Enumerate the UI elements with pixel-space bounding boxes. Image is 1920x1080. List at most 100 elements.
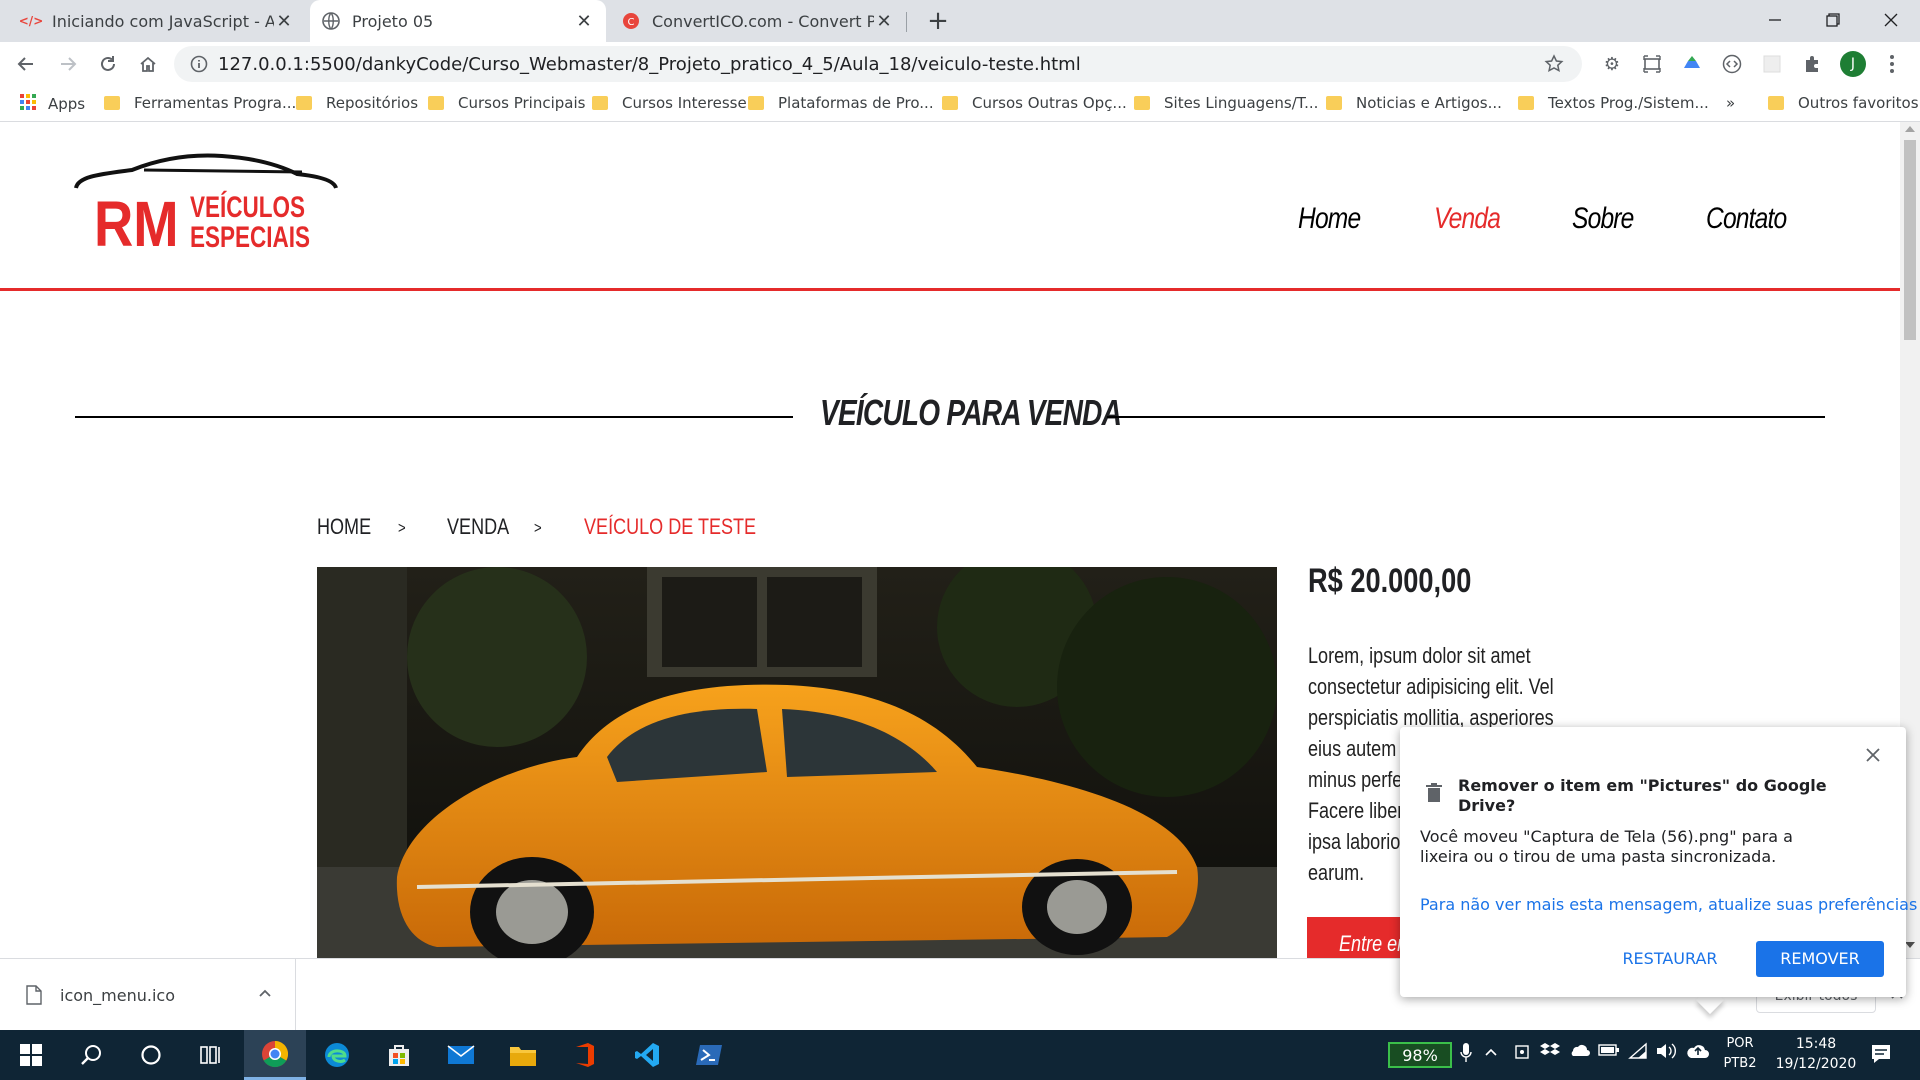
back-button[interactable] xyxy=(10,48,42,80)
notification-preferences-link[interactable]: Para não ver mais esta mensagem, atualiz… xyxy=(1420,895,1917,914)
tab-iniciando-javascript[interactable]: </> Iniciando com JavaScript - Apres ✕ xyxy=(10,0,306,42)
drive-extension-icon[interactable] xyxy=(1680,52,1704,76)
car-silhouette-icon xyxy=(74,153,338,189)
site-logo[interactable]: RM VEÍCULOS ESPECIAIS xyxy=(72,152,342,262)
store-taskbar-icon[interactable] xyxy=(368,1030,430,1080)
notification-title: Remover o item em "Pictures" do Google D… xyxy=(1458,776,1827,815)
cloud-upload-icon[interactable] xyxy=(1686,1042,1710,1064)
title-rule-right xyxy=(1107,416,1825,418)
folder-icon xyxy=(1326,96,1342,110)
wifi-icon[interactable] xyxy=(1628,1042,1648,1064)
microphone-icon[interactable] xyxy=(1460,1042,1472,1068)
new-tab-button[interactable]: + xyxy=(922,6,954,38)
reload-button[interactable] xyxy=(92,48,124,80)
scroll-up-arrow-icon[interactable] xyxy=(1905,126,1915,132)
bookmark-folder[interactable]: Ferramentas Progra... xyxy=(104,94,296,112)
clock[interactable]: 15:48 19/12/2020 xyxy=(1770,1034,1862,1074)
remove-button[interactable]: REMOVER xyxy=(1756,941,1884,977)
restore-button[interactable]: RESTAURAR xyxy=(1610,941,1730,977)
folder-icon xyxy=(428,96,444,110)
breadcrumb-current: VEÍCULO DE TESTE xyxy=(584,514,757,539)
nav-venda[interactable]: Venda xyxy=(1434,202,1501,236)
logo-rm: RM xyxy=(94,188,179,260)
close-window-button[interactable] xyxy=(1866,0,1916,40)
bookmark-folder[interactable]: Cursos Principais xyxy=(428,94,585,112)
bookmark-folder[interactable]: Repositórios xyxy=(296,94,418,112)
forward-button[interactable] xyxy=(52,48,84,80)
bookmark-folder[interactable]: Cursos Outras Opç... xyxy=(942,94,1127,112)
home-button[interactable] xyxy=(132,48,164,80)
folder-icon xyxy=(592,96,608,110)
file-icon xyxy=(26,985,42,1009)
extension-gear-icon[interactable]: ⚙ xyxy=(1600,52,1624,76)
bookmark-folder[interactable]: Textos Prog./Sistem... xyxy=(1518,94,1709,112)
meet-now-icon[interactable] xyxy=(1514,1042,1532,1066)
close-icon[interactable]: ✕ xyxy=(874,11,894,32)
bookmark-folder[interactable]: Plataformas de Pro... xyxy=(748,94,934,112)
close-icon[interactable]: ✕ xyxy=(274,11,294,32)
nav-contato[interactable]: Contato xyxy=(1706,202,1787,236)
url-text[interactable]: 127.0.0.1:5500/dankyCode/Curso_Webmaster… xyxy=(218,54,1081,75)
chevron-up-tray-icon[interactable] xyxy=(1484,1044,1498,1063)
bookmark-star-icon[interactable] xyxy=(1544,54,1564,78)
address-bar[interactable]: 127.0.0.1:5500/dankyCode/Curso_Webmaster… xyxy=(174,46,1582,82)
volume-icon[interactable] xyxy=(1656,1042,1678,1064)
breadcrumb-separator: > xyxy=(534,520,542,537)
trash-icon xyxy=(1426,783,1442,807)
close-icon[interactable]: ✕ xyxy=(574,11,594,32)
chevron-up-icon[interactable] xyxy=(258,985,272,1004)
search-icon[interactable] xyxy=(60,1030,122,1080)
powershell-taskbar-icon[interactable] xyxy=(678,1030,740,1080)
logo-especiais: ESPECIAIS xyxy=(190,221,311,254)
chrome-taskbar-icon[interactable] xyxy=(244,1030,306,1080)
file-explorer-taskbar-icon[interactable] xyxy=(492,1030,554,1080)
screenshot-extension-icon[interactable] xyxy=(1640,52,1664,76)
mail-taskbar-icon[interactable] xyxy=(430,1030,492,1080)
edge-taskbar-icon[interactable] xyxy=(306,1030,368,1080)
minimize-button[interactable] xyxy=(1750,0,1800,40)
office-taskbar-icon[interactable] xyxy=(554,1030,616,1080)
folder-icon xyxy=(1134,96,1150,110)
tab-projeto-05[interactable]: Projeto 05 ✕ xyxy=(310,0,606,42)
bookmark-folder[interactable]: Cursos Interesse xyxy=(592,94,747,112)
menu-kebab-icon[interactable] xyxy=(1880,52,1904,76)
task-view-icon[interactable] xyxy=(180,1030,242,1080)
puzzle-extensions-icon[interactable] xyxy=(1800,52,1824,76)
profile-avatar[interactable]: J xyxy=(1840,51,1866,77)
folder-icon xyxy=(104,96,120,110)
tab-converticon[interactable]: C ConvertICO.com - Convert PNG t ✕ xyxy=(610,0,906,42)
folder-icon xyxy=(942,96,958,110)
folder-icon xyxy=(1768,96,1784,110)
blank-extension-icon[interactable] xyxy=(1760,52,1784,76)
breadcrumb-venda[interactable]: VENDA xyxy=(447,514,509,540)
nav-home[interactable]: Home xyxy=(1298,202,1361,236)
scrollbar-thumb[interactable] xyxy=(1904,140,1916,340)
code-icon: </> xyxy=(18,14,44,28)
info-icon[interactable] xyxy=(190,55,208,77)
close-icon[interactable] xyxy=(1866,747,1880,766)
code-extension-icon[interactable] xyxy=(1720,52,1744,76)
header-divider xyxy=(0,288,1900,291)
bookmark-other-favorites[interactable]: Outros favoritos xyxy=(1768,94,1919,112)
folder-icon xyxy=(296,96,312,110)
breadcrumb-home[interactable]: HOME xyxy=(317,514,371,540)
download-item[interactable]: icon_menu.ico xyxy=(0,959,296,1031)
converter-icon: C xyxy=(622,12,640,30)
scroll-down-arrow-icon[interactable] xyxy=(1905,942,1915,948)
bookmark-folder[interactable]: Sites Linguagens/T... xyxy=(1134,94,1318,112)
bookmarks-bar: Apps Ferramentas Progra... Repositórios … xyxy=(0,86,1920,122)
vscode-taskbar-icon[interactable] xyxy=(616,1030,678,1080)
dropbox-icon[interactable] xyxy=(1540,1042,1560,1064)
bookmarks-overflow-button[interactable]: » xyxy=(1726,94,1735,112)
cortana-icon[interactable] xyxy=(120,1030,182,1080)
nav-sobre[interactable]: Sobre xyxy=(1572,202,1634,236)
restore-button[interactable] xyxy=(1808,0,1858,40)
notification-center-icon[interactable] xyxy=(1870,1043,1892,1069)
bookmark-folder[interactable]: Noticias e Artigos... xyxy=(1326,94,1502,112)
battery-icon[interactable] xyxy=(1598,1042,1620,1061)
language-indicator[interactable]: POR PTB2 xyxy=(1718,1034,1762,1074)
windows-start-icon[interactable] xyxy=(0,1030,62,1080)
bookmark-apps[interactable]: Apps xyxy=(20,94,85,114)
onedrive-icon[interactable] xyxy=(1568,1042,1590,1062)
battery-meter[interactable]: 98% xyxy=(1388,1042,1452,1068)
